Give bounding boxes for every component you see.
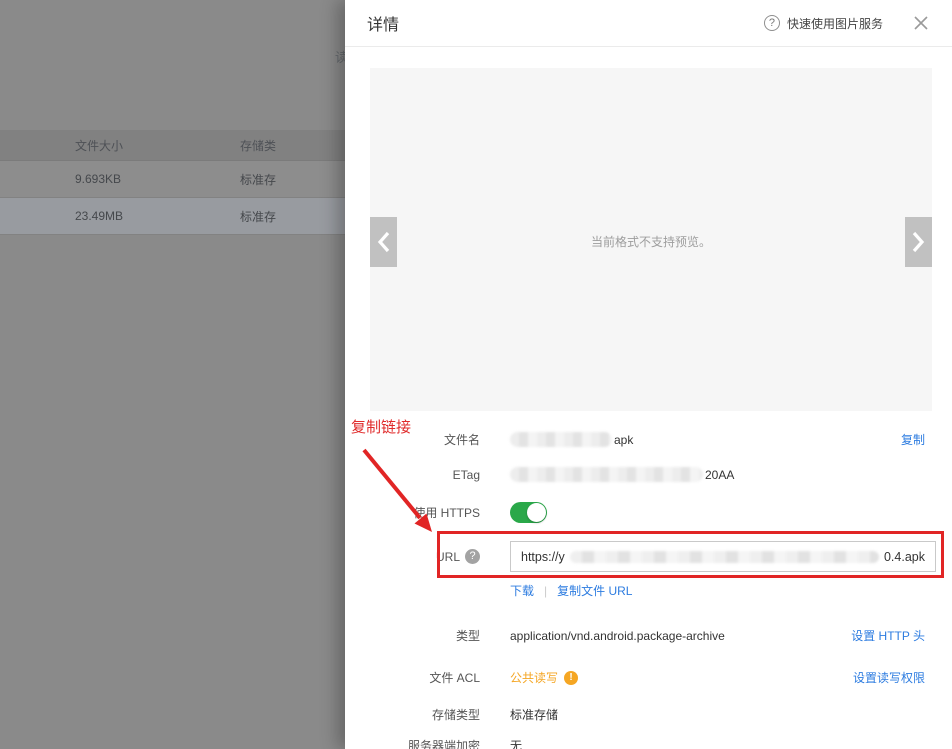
redacted-filename — [510, 432, 612, 447]
chevron-right-icon[interactable] — [905, 217, 932, 267]
table-row-selected: 23.49MB 标准存 — [0, 198, 345, 235]
toggle-knob — [527, 503, 546, 522]
url-help-icon[interactable]: ? — [465, 549, 480, 564]
column-header-size: 文件大小 — [0, 137, 240, 154]
file-preview-area: 当前格式不支持预览。 — [370, 68, 932, 411]
set-acl-permissions-link[interactable]: 设置读写权限 — [853, 669, 925, 686]
filename-value: apk — [510, 432, 633, 447]
details-panel: 详情 ? 快速使用图片服务 当前格式不支持预览。 文件名 apk 复制 ETag — [345, 0, 952, 749]
set-http-headers-link[interactable]: 设置 HTTP 头 — [851, 627, 925, 644]
storage-class-value: 标准存储 — [510, 706, 558, 723]
panel-header: 详情 ? 快速使用图片服务 — [345, 0, 952, 47]
column-header-storage: 存储类 — [240, 137, 276, 154]
quick-image-service-link[interactable]: 快速使用图片服务 — [787, 15, 883, 32]
link-separator: | — [544, 584, 547, 598]
help-icon: ? — [764, 15, 780, 31]
copy-filename-button[interactable]: 复制 — [901, 431, 925, 448]
redacted-url — [570, 551, 879, 563]
field-row-encryption: 服务器端加密 无 — [345, 737, 952, 749]
field-row-type: 类型 application/vnd.android.package-archi… — [345, 627, 952, 644]
page-title: 详情 — [367, 11, 399, 35]
https-toggle[interactable] — [510, 502, 547, 523]
warning-icon: ! — [564, 671, 578, 685]
annotation-copy-link-note: 复制链接 — [351, 416, 411, 437]
preview-unsupported-message: 当前格式不支持预览。 — [370, 233, 932, 250]
url-suffix: 0.4.apk — [884, 550, 925, 564]
cell-storage-class: 标准存 — [240, 208, 276, 225]
type-value: application/vnd.android.package-archive — [510, 629, 725, 643]
close-icon[interactable] — [912, 14, 930, 32]
acl-value: 公共读写 — [510, 669, 558, 686]
table-row: 9.693KB 标准存 — [0, 161, 345, 198]
encryption-label: 服务器端加密 — [345, 737, 480, 749]
acl-label: 文件 ACL — [345, 669, 480, 686]
field-row-url: URL ? https://y 0.4.apk — [345, 541, 952, 572]
copy-file-url-link[interactable]: 复制文件 URL — [557, 582, 632, 599]
etag-value: 20AA — [510, 467, 734, 482]
annotation-arrow — [350, 442, 450, 542]
dimmed-background: 读 文件大小 存储类 9.693KB 标准存 23.49MB 标准存 — [0, 0, 345, 749]
filename-suffix: apk — [614, 433, 633, 447]
etag-suffix: 20AA — [705, 468, 734, 482]
table-header-row: 文件大小 存储类 — [0, 130, 345, 161]
encryption-value: 无 — [510, 737, 522, 749]
url-input[interactable]: https://y 0.4.apk — [510, 541, 936, 572]
download-link[interactable]: 下载 — [510, 582, 534, 599]
field-row-storage-class: 存储类型 标准存储 — [345, 706, 952, 723]
storage-class-label: 存储类型 — [345, 706, 480, 723]
url-label: URL — [436, 550, 460, 564]
cell-file-size: 9.693KB — [0, 172, 240, 186]
field-row-acl: 文件 ACL 公共读写 ! 设置读写权限 — [345, 669, 952, 686]
cell-file-size: 23.49MB — [0, 209, 240, 223]
field-row-url-actions: 下载 | 复制文件 URL — [345, 582, 952, 599]
type-label: 类型 — [345, 627, 480, 644]
cell-storage-class: 标准存 — [240, 171, 276, 188]
chevron-left-icon[interactable] — [370, 217, 397, 267]
file-table: 文件大小 存储类 9.693KB 标准存 23.49MB 标准存 — [0, 130, 345, 235]
redacted-etag — [510, 467, 703, 482]
url-prefix: https://y — [521, 550, 565, 564]
